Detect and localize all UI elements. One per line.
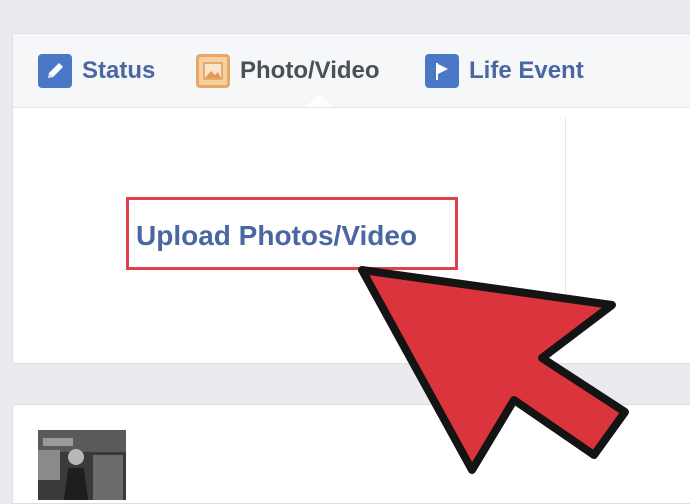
tab-life-event[interactable]: Life Event [425,54,584,88]
tab-status[interactable]: Status [38,54,155,88]
active-tab-caret [306,94,332,107]
composer-divider [565,118,566,300]
tab-status-label: Status [82,57,156,84]
tab-photo-video[interactable]: Photo/Video [196,54,380,88]
composer-tabs: Status Photo/Video Life Event [13,34,690,108]
photo-icon [196,54,230,88]
flag-icon [425,54,459,88]
tab-life-event-label: Life Event [469,57,584,84]
upload-photos-video-link[interactable]: Upload Photos/Video [136,220,417,252]
pencil-icon [38,54,72,88]
post-composer: Status Photo/Video Life Event Upload Pho… [12,33,690,364]
tab-photo-video-label: Photo/Video [240,57,380,84]
avatar[interactable] [38,430,126,500]
feed-post-card [12,404,690,504]
